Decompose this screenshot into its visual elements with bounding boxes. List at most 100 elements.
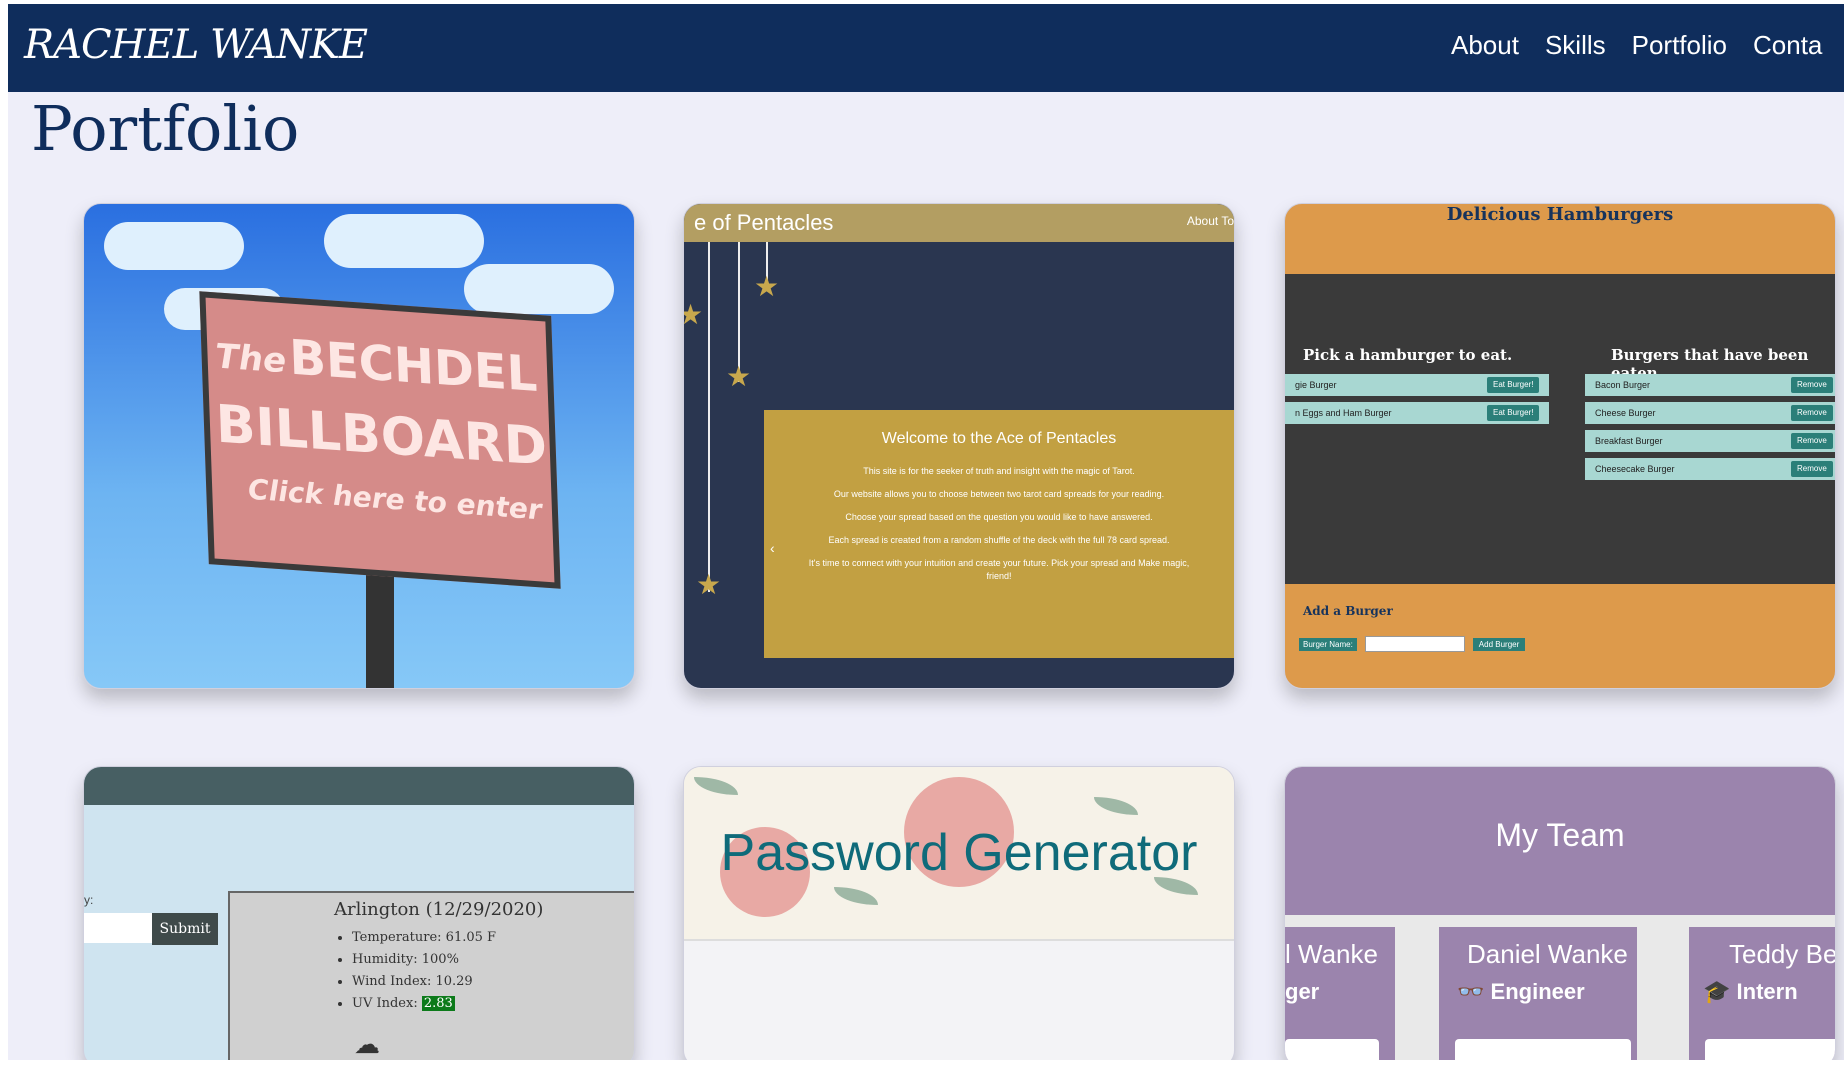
eaten-burger-row: Bacon Burger Remove <box>1585 374 1835 396</box>
project-card-tarot[interactable]: e of Pentacles About To ★ ★ ★ ★ Welcome … <box>683 203 1235 689</box>
burgers-title: Delicious Hamburgers <box>1446 204 1674 225</box>
top-navbar: RACHEL WANKE About Skills Portfolio Cont… <box>8 4 1844 92</box>
burger-name: Breakfast Burger <box>1595 436 1663 446</box>
tarot-header-bar: e of Pentacles About To <box>684 204 1234 242</box>
eaten-burger-row: Cheese Burger Remove <box>1585 402 1835 424</box>
billboard-pole <box>366 564 394 688</box>
tarot-line: This site is for the seeker of truth and… <box>863 466 1135 476</box>
star-icon: ★ <box>696 569 722 600</box>
billboard-bechdel: BECHDEL <box>288 329 539 404</box>
tarot-line: Our website allows you to choose between… <box>833 489 1165 499</box>
cloud <box>104 222 244 270</box>
burger-row: n Eggs and Ham Burger Eat Burger! <box>1285 402 1549 424</box>
member-name: l Wanke <box>1285 939 1378 969</box>
leaf <box>1094 797 1138 815</box>
tarot-line: Choose your spread based on the question… <box>845 512 1153 522</box>
burger-name: Bacon Burger <box>1595 380 1651 390</box>
tarot-line: friend! <box>986 571 1012 581</box>
star-icon: ★ <box>684 298 703 331</box>
tarot-welcome-box: Welcome to the Ace of Pentacles This sit… <box>764 410 1234 658</box>
team-member-card: Teddy Be 🎓 Intern <box>1689 927 1836 1060</box>
cloud <box>464 264 614 314</box>
team-title: My Team <box>1495 817 1625 853</box>
project-card-password[interactable]: Password Generator <box>683 766 1235 1060</box>
cloud <box>324 214 484 268</box>
burger-name: n Eggs and Ham Burger <box>1295 408 1392 418</box>
leaf <box>834 887 878 905</box>
page-title: Portfolio <box>31 92 300 165</box>
carousel-prev-arrow: ‹ <box>770 540 775 556</box>
tarot-about-link: About To <box>1186 214 1234 228</box>
browser-viewport: RACHEL WANKE About Skills Portfolio Cont… <box>8 4 1844 1060</box>
site-logo[interactable]: RACHEL WANKE <box>24 22 368 68</box>
burger-name: Cheese Burger <box>1595 408 1656 418</box>
tarot-line: It's time to connect with your intuition… <box>808 558 1190 568</box>
humidity: Humidity: 100% <box>352 949 496 971</box>
uv-label: UV Index: <box>352 996 418 1011</box>
billboard-image: The BECHDEL BILLBOARD Click here to ente… <box>199 291 561 589</box>
nav-about[interactable]: About <box>1451 30 1519 61</box>
graduate-icon: 🎓 <box>1703 979 1731 1004</box>
nav-contact[interactable]: Conta <box>1753 30 1822 61</box>
burger-name: gie Burger <box>1295 380 1337 390</box>
project-card-bechdel[interactable]: The BECHDEL BILLBOARD Click here to ente… <box>83 203 635 689</box>
burger-name: Cheesecake Burger <box>1595 464 1675 474</box>
eat-burger-button: Eat Burger! <box>1487 405 1540 421</box>
burgers-left-heading: Pick a hamburger to eat. <box>1303 346 1513 364</box>
submit-button: Submit <box>152 913 218 945</box>
member-details <box>1455 1039 1631 1060</box>
star-icon: ★ <box>726 361 752 392</box>
project-card-weather[interactable]: y: Submit Arlington (12/29/2020) Tempera… <box>83 766 635 1060</box>
eaten-burger-row: Breakfast Burger Remove <box>1585 430 1835 452</box>
tarot-site-title: e of Pentacles <box>694 210 834 235</box>
cloud-icon: ☁ <box>354 1029 380 1059</box>
add-burger-form: Burger Name: Add Burger <box>1299 636 1526 652</box>
member-role-label: Engineer <box>1490 979 1585 1004</box>
star-string <box>708 242 710 592</box>
wind-index: Wind Index: 10.29 <box>352 971 496 993</box>
remove-burger-button: Remove <box>1791 377 1833 393</box>
weather-details-list: Temperature: 61.05 F Humidity: 100% Wind… <box>334 927 496 1015</box>
team-header: My Team <box>1285 767 1835 915</box>
add-burger-button: Add Burger <box>1472 637 1526 651</box>
add-burger-heading: Add a Burger <box>1303 604 1393 618</box>
eaten-burger-row: Cheesecake Burger Remove <box>1585 458 1835 480</box>
leaf <box>694 777 738 795</box>
weather-results-panel: Arlington (12/29/2020) Temperature: 61.0… <box>228 891 634 1060</box>
billboard-enter: Click here to enter <box>247 472 543 527</box>
member-role: ger <box>1285 979 1320 1004</box>
burgers-chalkboard <box>1285 274 1835 584</box>
team-member-card: l Wanke ger <box>1285 927 1395 1060</box>
tarot-welcome-heading: Welcome to the Ace of Pentacles <box>881 430 1117 447</box>
member-role-label: Intern <box>1736 979 1798 1004</box>
billboard-billboard: BILLBOARD <box>214 394 548 478</box>
temperature: Temperature: 61.05 F <box>352 927 496 949</box>
member-role: 👓 Engineer <box>1457 979 1585 1005</box>
password-generator-title: Password Generator <box>720 824 1198 882</box>
team-member-card: Daniel Wanke 👓 Engineer <box>1439 927 1637 1060</box>
eat-burger-button: Eat Burger! <box>1487 377 1540 393</box>
member-name: Teddy Be <box>1729 939 1836 969</box>
member-role: 🎓 Intern <box>1703 979 1798 1005</box>
glasses-icon: 👓 <box>1457 979 1485 1004</box>
billboard-the: The <box>214 336 287 382</box>
divider <box>684 939 1234 941</box>
member-details <box>1705 1039 1835 1060</box>
uv-value-badge: 2.83 <box>421 996 455 1011</box>
project-card-burgers[interactable]: Delicious Hamburgers Pick a hamburger to… <box>1284 203 1836 689</box>
member-details <box>1285 1039 1379 1060</box>
city-date: Arlington (12/29/2020) <box>334 899 544 920</box>
burger-name-label: Burger Name: <box>1299 637 1357 651</box>
main-nav: About Skills Portfolio Conta <box>1451 30 1822 61</box>
burger-name-input <box>1364 636 1465 652</box>
uv-index: UV Index: 2.83 <box>352 993 496 1015</box>
remove-burger-button: Remove <box>1791 405 1833 421</box>
star-icon: ★ <box>754 271 780 302</box>
nav-skills[interactable]: Skills <box>1545 30 1606 61</box>
project-card-team[interactable]: My Team l Wanke ger Daniel Wanke 👓 Engin… <box>1284 766 1836 1060</box>
member-name: Daniel Wanke <box>1467 939 1628 969</box>
remove-burger-button: Remove <box>1791 461 1833 477</box>
search-label-fragment: y: <box>84 893 94 907</box>
weather-header-bar <box>84 767 634 805</box>
nav-portfolio[interactable]: Portfolio <box>1632 30 1727 61</box>
